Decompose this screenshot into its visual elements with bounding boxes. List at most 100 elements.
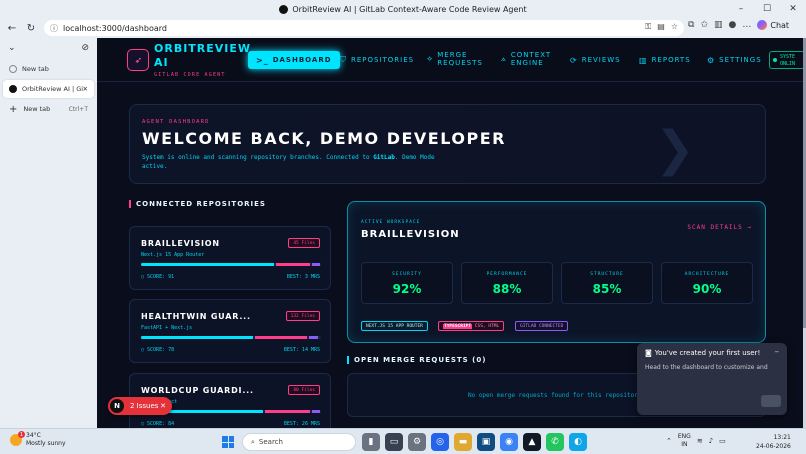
split-icon[interactable]: ▥ bbox=[714, 20, 723, 30]
site-info-icon[interactable]: ⓘ bbox=[50, 23, 58, 34]
nav-reports[interactable]: ▥ REPORTS bbox=[639, 51, 691, 69]
maximize-icon[interactable]: ☐ bbox=[754, 0, 780, 18]
language-indicator[interactable]: ENG IN bbox=[678, 433, 691, 449]
repo-card[interactable]: BRAILLEVISION Next.js 15 App Router 45 F… bbox=[129, 226, 331, 290]
taskbar-clock[interactable]: 13:21 24-06-2026 bbox=[756, 433, 791, 451]
windows-start-icon[interactable] bbox=[222, 436, 234, 448]
bar-chart-icon: ▥ bbox=[639, 55, 648, 65]
brand-title-ai: AI bbox=[154, 56, 169, 69]
profile-icon[interactable]: ● bbox=[729, 20, 737, 30]
weather-badge: 1 bbox=[18, 431, 25, 438]
workspace-name: BRAILLEVISION bbox=[361, 229, 460, 240]
back-icon[interactable]: ← bbox=[5, 21, 19, 35]
repo-best: BEST: 14 MRS bbox=[283, 347, 320, 353]
repo-card[interactable]: HEALTHTWIN GUAR... FastAPI + Next.js 132… bbox=[129, 299, 331, 363]
search-icon: ⌕ bbox=[251, 437, 255, 446]
close-window-icon[interactable]: ✕ bbox=[780, 0, 806, 18]
repo-score-text: SCORE: 78 bbox=[147, 347, 175, 353]
address-bar-row: ← ↻ ⓘ localhost:3000/dashboard ⚿ ▤ ☆ ⧉ ✩… bbox=[0, 18, 806, 38]
issues-label: 2 Issues bbox=[130, 402, 159, 410]
notification-toast[interactable]: ◙ You've created your first user! – Head … bbox=[637, 343, 787, 415]
desc-text: System is online and scanning repository… bbox=[142, 154, 374, 161]
tab-orbitreview[interactable]: OrbitReview AI | GitLa ✕ bbox=[3, 80, 94, 98]
dev-issues-badge[interactable]: N 2 Issues ✕ bbox=[108, 397, 172, 415]
clock-date: 24-06-2026 bbox=[756, 443, 791, 450]
close-tab-icon[interactable]: ✕ bbox=[83, 85, 88, 93]
terminal-app-icon[interactable]: ▭ bbox=[385, 433, 403, 451]
key-icon[interactable]: ⚿ bbox=[645, 22, 651, 32]
metric-structure: STRUCTURE 85% bbox=[561, 262, 653, 304]
repo-score-text: SCORE: 84 bbox=[147, 421, 175, 427]
repo-score-text: SCORE: 91 bbox=[147, 274, 175, 280]
repo-score: ◯ SCORE: 78 bbox=[141, 347, 175, 353]
folder-icon[interactable]: ▬ bbox=[454, 433, 472, 451]
volume-icon[interactable]: ♪ bbox=[709, 437, 713, 445]
browser-titlebar: OrbitReview AI | GitLab Context-Aware Co… bbox=[0, 0, 806, 18]
chat-button[interactable]: Chat bbox=[757, 20, 789, 30]
copilot-app-icon[interactable]: ◎ bbox=[431, 433, 449, 451]
window-controls: – ☐ ✕ bbox=[728, 0, 806, 18]
context-icon: ⟑ bbox=[501, 54, 507, 63]
tab-shortcut: Ctrl+T bbox=[68, 105, 88, 113]
chevron-decor-icon: ❯ bbox=[654, 121, 695, 177]
nav-dashboard[interactable]: >_ DASHBOARD bbox=[248, 51, 340, 69]
page-favicon-icon bbox=[279, 4, 289, 14]
collections-icon[interactable]: ⧉ bbox=[688, 20, 694, 30]
weather-text: 34°C Mostly sunny bbox=[26, 432, 66, 448]
brand-title: ORBITREVIEW bbox=[154, 42, 252, 55]
toast-menu-icon[interactable]: – bbox=[775, 347, 780, 357]
metric-value: 90% bbox=[692, 282, 722, 296]
pin-pane-icon[interactable]: ⊘ bbox=[81, 43, 89, 53]
whatsapp-icon[interactable]: ✆ bbox=[546, 433, 564, 451]
taskbar-search-input[interactable]: ⌕ Search bbox=[242, 433, 356, 451]
bar-segment-cyan bbox=[141, 263, 275, 266]
status-line1: SYSTE bbox=[780, 54, 796, 60]
url-input[interactable]: ⓘ localhost:3000/dashboard ⚿ ▤ ☆ bbox=[44, 20, 684, 36]
star-icon[interactable]: ☆ bbox=[671, 22, 678, 32]
metric-value: 85% bbox=[592, 282, 622, 296]
metric-architecture: ARCHITECTURE 90% bbox=[661, 262, 753, 304]
chrome-icon[interactable]: ◉ bbox=[500, 433, 518, 451]
toast-action-button[interactable] bbox=[761, 395, 781, 407]
scan-details-link[interactable]: SCAN DETAILS → bbox=[687, 224, 752, 231]
favorites-icon[interactable]: ✩ bbox=[700, 20, 708, 30]
new-tab-button[interactable]: + New tab Ctrl+T bbox=[3, 100, 94, 118]
collapse-tabs-icon[interactable]: ⌄ bbox=[8, 43, 16, 53]
nextjs-logo-icon: N bbox=[110, 399, 124, 413]
tab-label: New tab bbox=[22, 65, 49, 73]
repo-best: BEST: 3 MRS bbox=[286, 274, 320, 280]
nav-reviews[interactable]: ⟳ REVIEWS bbox=[570, 51, 621, 69]
nav-merge-requests[interactable]: ⟡ MERGE REQUESTS bbox=[427, 50, 483, 68]
nav-settings[interactable]: ⚙ SETTINGS bbox=[707, 51, 762, 69]
menu-icon[interactable]: … bbox=[742, 20, 751, 30]
wifi-icon[interactable]: ≋ bbox=[697, 437, 703, 445]
active-workspace-panel: ACTIVE WORKSPACE BRAILLEVISION SCAN DETA… bbox=[347, 201, 766, 343]
terminal-icon: >_ bbox=[256, 55, 269, 65]
antigravity-icon[interactable]: ▲ bbox=[523, 433, 541, 451]
weather-widget[interactable]: 1 34°C Mostly sunny bbox=[10, 431, 66, 448]
toast-title-text: You've created your first user! bbox=[654, 349, 761, 357]
tab-label: New tab bbox=[23, 105, 51, 113]
bar-segment-cyan bbox=[141, 336, 253, 339]
metric-label: PERFORMANCE bbox=[486, 272, 528, 277]
tag-gitlab-connected: GITLAB CONNECTED bbox=[515, 321, 569, 331]
settings-app-icon[interactable]: ⚙ bbox=[408, 433, 426, 451]
chevron-up-icon[interactable]: ⌃ bbox=[666, 437, 672, 445]
lang-line2: IN bbox=[681, 441, 688, 448]
workspace-eyebrow: ACTIVE WORKSPACE bbox=[361, 220, 421, 225]
battery-icon[interactable]: ▭ bbox=[719, 437, 726, 445]
welcome-hero: AGENT DASHBOARD WELCOME BACK, DEMO DEVEL… bbox=[129, 104, 766, 184]
nav-repositories[interactable]: ⛉ REPOSITORIES bbox=[340, 51, 414, 69]
close-icon[interactable]: ✕ bbox=[160, 402, 166, 410]
edge-icon[interactable]: ◐ bbox=[569, 433, 587, 451]
store-icon[interactable]: ▣ bbox=[477, 433, 495, 451]
nav-label: REPOSITORIES bbox=[351, 56, 415, 64]
reader-icon[interactable]: ▤ bbox=[657, 22, 665, 32]
minimize-icon[interactable]: – bbox=[728, 0, 754, 18]
tab-new-1[interactable]: New tab bbox=[3, 60, 94, 78]
nav-context-engine[interactable]: ⟑ CONTEXT ENGINE bbox=[501, 50, 551, 68]
rocket-logo-icon[interactable]: ➶ bbox=[127, 49, 149, 71]
file-explorer-icon[interactable]: ▮ bbox=[362, 433, 380, 451]
bar-segment-purple bbox=[312, 410, 320, 413]
reload-icon[interactable]: ↻ bbox=[24, 21, 38, 35]
